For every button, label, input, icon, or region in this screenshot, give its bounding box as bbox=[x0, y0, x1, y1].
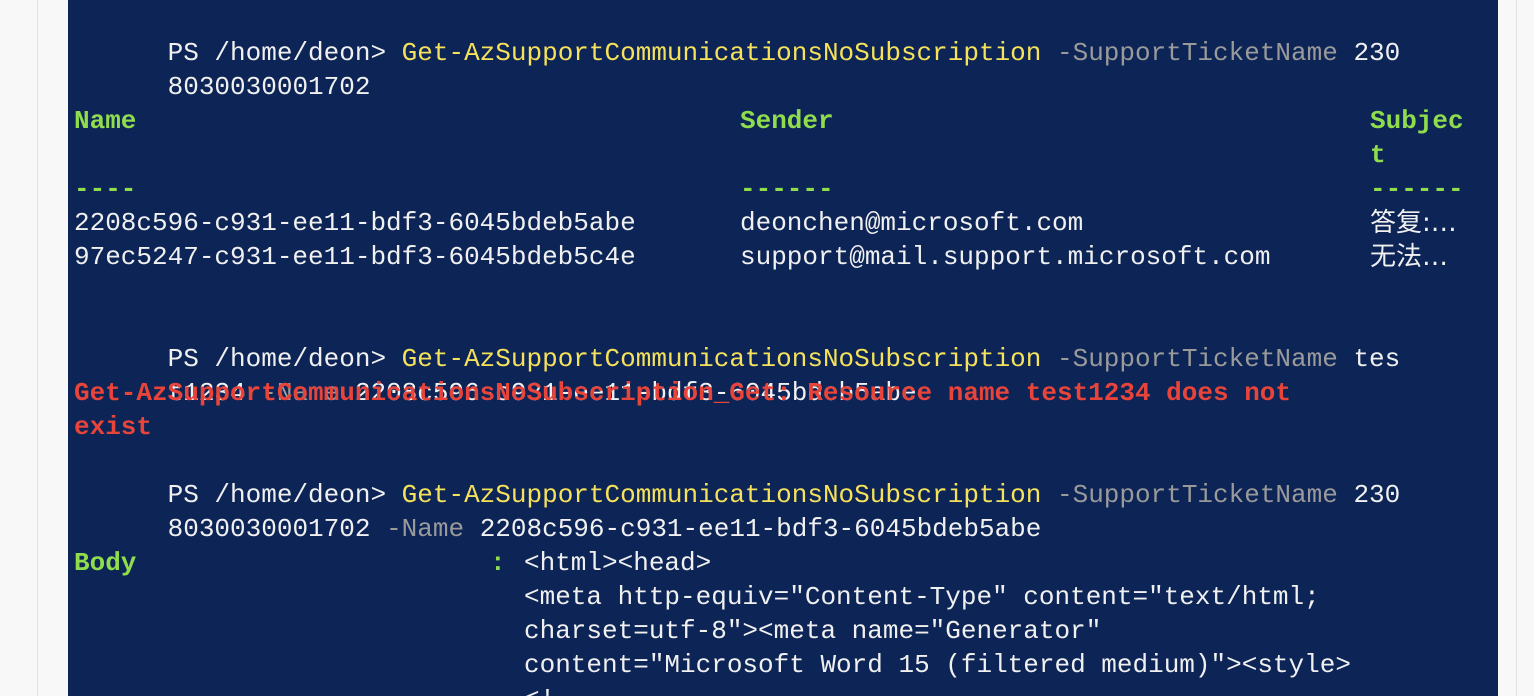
argument-ticket-id-wrap: 8030030001702 bbox=[167, 72, 371, 102]
table-row-1-name: 2208c596-c931-ee11-bdf3-6045bdeb5abe bbox=[74, 208, 636, 238]
property-separator: : bbox=[490, 548, 506, 578]
table-header-subject-wrap: t bbox=[1370, 140, 1386, 170]
argument-name: 2208c596-c931-ee11-bdf3-6045bdeb5abe bbox=[464, 514, 1042, 544]
command-line-2-wrap: t1234 -Name 2208c596-c931-ee11-bdf3-6045… bbox=[74, 342, 917, 408]
table-row-1-subject: 答复:… bbox=[1370, 208, 1457, 238]
command-line-2: PS /home/deon> Get-AzSupportCommunicatio… bbox=[74, 308, 1401, 374]
body-line-4: content="Microsoft Word 15 (filtered med… bbox=[524, 650, 1351, 680]
right-margin-rule bbox=[1516, 0, 1517, 696]
left-margin-rule bbox=[37, 0, 38, 696]
body-line-1: <html><head> bbox=[524, 548, 712, 578]
table-header-name: Name bbox=[74, 106, 137, 136]
error-message-line-2: exist bbox=[74, 412, 153, 442]
body-line-2: <meta http-equiv="Content-Type" content=… bbox=[524, 582, 1320, 612]
argument-ticket-id: 230 bbox=[1337, 38, 1401, 68]
parameter-name: -Name bbox=[370, 514, 465, 544]
table-header-sender: Sender bbox=[740, 106, 834, 136]
argument-ticket-id-wrap: 8030030001702 bbox=[167, 514, 371, 544]
table-row-2-name: 97ec5247-c931-ee11-bdf3-6045bdeb5c4e bbox=[74, 242, 636, 272]
table-underline-subject: ------ bbox=[1370, 174, 1464, 204]
command-line-1: PS /home/deon> Get-AzSupportCommunicatio… bbox=[74, 2, 1401, 68]
table-underline-sender: ------ bbox=[740, 174, 834, 204]
argument-ticket-id: 230 bbox=[1337, 480, 1401, 510]
table-row-1-sender: deonchen@microsoft.com bbox=[740, 208, 1084, 238]
table-row-2-sender: support@mail.support.microsoft.com bbox=[740, 242, 1271, 272]
table-row-2-subject: 无法… bbox=[1370, 242, 1449, 272]
table-underline-name: ---- bbox=[74, 174, 137, 204]
parameter-support-ticket-name: -SupportTicketName bbox=[1041, 38, 1338, 68]
powershell-terminal-output[interactable]: PS /home/deon> Get-AzSupportCommunicatio… bbox=[68, 0, 1498, 696]
command-line-1-wrap: 8030030001702 bbox=[74, 36, 371, 102]
parameter-support-ticket-name: -SupportTicketName bbox=[1041, 344, 1338, 374]
cmdlet-name: Get-AzSupportCommunicationsNoSubscriptio… bbox=[401, 38, 1042, 68]
page-background: PS /home/deon> Get-AzSupportCommunicatio… bbox=[0, 0, 1534, 696]
body-line-3: charset=utf-8"><meta name="Generator" bbox=[524, 616, 1102, 646]
property-label-body: Body bbox=[74, 548, 137, 578]
command-line-3: PS /home/deon> Get-AzSupportCommunicatio… bbox=[74, 444, 1401, 510]
argument-ticket-id: tes bbox=[1337, 344, 1401, 374]
table-header-subject: Subjec bbox=[1370, 106, 1464, 136]
body-line-5: <!-- bbox=[524, 682, 586, 696]
error-message-line-1: Get-AzSupportCommunicationsNoSubscriptio… bbox=[74, 378, 1291, 408]
parameter-support-ticket-name: -SupportTicketName bbox=[1041, 480, 1338, 510]
command-line-3-wrap: 8030030001702 -Name 2208c596-c931-ee11-b… bbox=[74, 478, 1042, 544]
